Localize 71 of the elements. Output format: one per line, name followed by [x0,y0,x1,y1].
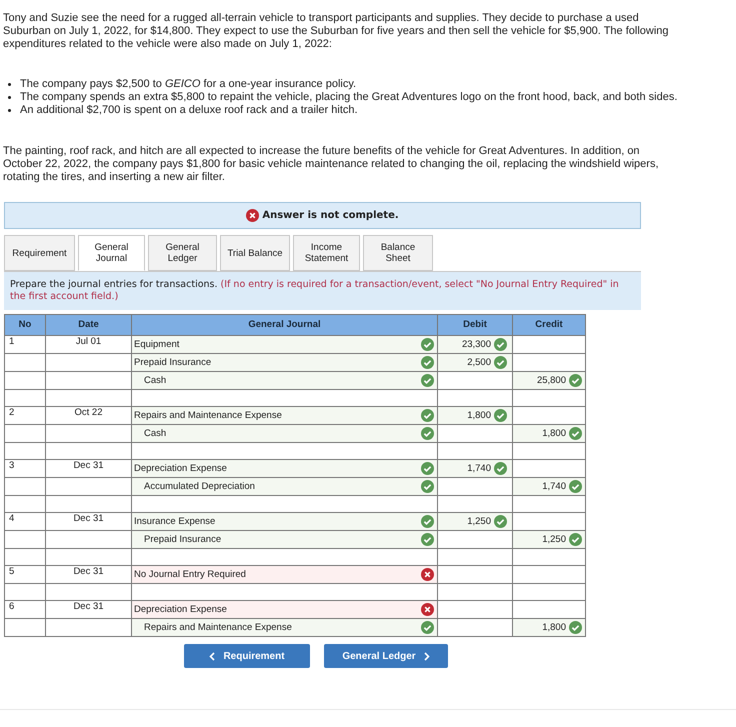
banner-text: Answer is not complete. [262,209,399,223]
entry-number: 5 [9,566,14,577]
entry-number: 3 [9,460,14,471]
entry-date: Oct 22 [74,407,102,418]
column-header: No [4,314,46,336]
entry-date: Dec 31 [73,513,104,524]
debit-field[interactable]: 1,740 [438,460,512,478]
debit-field[interactable]: 2,500 [438,354,512,372]
credit-field[interactable] [512,406,586,424]
account-field[interactable]: No Journal Entry Required [132,566,438,584]
bullet-text: The company spends an extra $5,800 to repaint the vehicle, placing the Great Adventures logo on the front hood, back, and both sides. [20,91,678,104]
account-field[interactable]: Prepaid Insurance [132,354,438,372]
entry-date: Dec 31 [73,460,104,471]
tab[interactable]: Trial Balance [220,235,290,271]
tab[interactable]: Balance Sheet [363,235,433,271]
column-header: Date [46,314,132,336]
account-field[interactable]: Insurance Expense [132,512,438,530]
entry-date: Jul 01 [76,336,102,347]
credit-field[interactable] [512,600,586,618]
chevron-right-icon [424,652,430,660]
tab[interactable]: Income Statement [293,235,360,271]
debit-field[interactable]: 1,800 [438,406,512,424]
problem-text: The painting, roof rack, and hitch are all expected to increase the future benefits of the vehicle for Great Adventures. In addition, on October 22, 2022, the company pays $1,800 for basic vehicle maintenance related to changing the oil, replacing the windshield wipers, rotating the tires, and inserting a new air filter. [3,145,660,184]
debit-field[interactable] [438,600,512,618]
entry-date: Dec 31 [73,601,104,612]
next-button[interactable]: General Ledger [324,644,448,668]
debit-field[interactable]: 23,300 [438,336,512,354]
bullet-text: An additional $2,700 is spent on a deluxe roof rack and a trailer hitch. [20,104,359,117]
entry-number: 1 [9,336,14,347]
account-field[interactable]: Prepaid Insurance [132,530,438,548]
debit-field[interactable]: 1,250 [438,512,512,530]
credit-field[interactable]: 1,800 [512,618,586,636]
account-field[interactable]: Depreciation Expense [132,600,438,618]
account-field[interactable]: Cash [132,372,438,390]
debit-field[interactable] [438,618,512,636]
account-field[interactable]: Repairs and Maintenance Expense [132,406,438,424]
entry-number: 4 [9,513,14,524]
entry-number: 6 [9,601,14,612]
column-header: General Journal [132,314,438,336]
account-field[interactable]: Cash [132,424,438,442]
debit-field[interactable] [438,424,512,442]
chevron-left-icon [209,652,216,660]
account-field[interactable]: Equipment [132,336,438,354]
account-field[interactable]: Depreciation Expense [132,460,438,478]
debit-field[interactable] [438,372,512,390]
account-field[interactable]: Repairs and Maintenance Expense [132,618,438,636]
credit-field[interactable] [512,460,586,478]
entry-number: 2 [9,407,14,418]
previous-button[interactable]: Requirement [184,644,310,668]
entry-date: Dec 31 [73,566,104,577]
problem-text: Tony and Suzie see the need for a rugged all-terrain vehicle to transport participants and supplies. They decide to purchase a used Suburban on July 1, 2022, for $14,800. They expect to use the Suburban for five years and then sell the vehicle for $5,900. The following expenditures related to the vehicle were also made on July 1, 2022: [3,12,670,51]
credit-field[interactable]: 25,800 [512,372,586,390]
bullet-text: The company pays $2,500 to GEICO for a one-year insurance policy. [20,78,358,91]
bullet-icon [8,83,11,86]
credit-field[interactable]: 1,800 [512,424,586,442]
credit-field[interactable] [512,354,586,372]
bullet-icon [8,96,11,99]
credit-field[interactable] [512,512,586,530]
tab[interactable]: General Ledger [148,235,217,271]
debit-field[interactable] [438,566,512,584]
credit-field[interactable]: 1,740 [512,478,586,496]
debit-field[interactable] [438,530,512,548]
instruction-text: Prepare the journal entries for transactions. (If no entry is required for a transaction/event, select "No Journal Entry Required" in the first account field.) [10,279,620,303]
tab[interactable]: General Journal [78,235,145,271]
debit-field[interactable] [438,478,512,496]
tab[interactable]: Requirement [4,235,75,271]
bullet-icon [8,109,11,112]
credit-field[interactable] [512,336,586,354]
account-field[interactable]: Accumulated Depreciation [132,478,438,496]
credit-field[interactable]: 1,250 [512,530,586,548]
credit-field[interactable] [512,566,586,584]
